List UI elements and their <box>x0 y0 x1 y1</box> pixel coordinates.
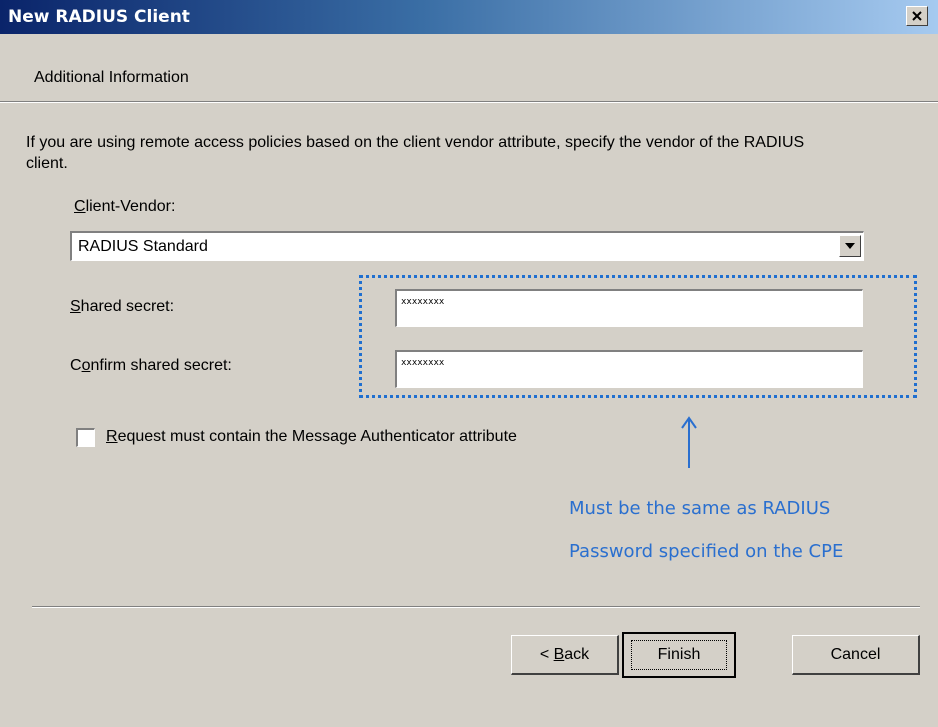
back-button-label: < Back <box>539 645 590 663</box>
client-vendor-label: Client-Vendor: <box>74 198 176 215</box>
close-icon <box>912 11 922 21</box>
description-text: If you are using remote access policies … <box>26 134 805 172</box>
finish-button-label: Finish <box>657 646 701 663</box>
cancel-button[interactable]: Cancel <box>792 635 920 675</box>
client-vendor-select[interactable]: RADIUS Standard <box>70 231 864 261</box>
window-title: New RADIUS Client <box>8 7 190 27</box>
header-title: Additional Information <box>34 69 189 86</box>
annotation-line-2: Password specified on the CPE <box>569 541 844 562</box>
annotation-line-1: Must be the same as RADIUS <box>569 498 831 519</box>
arrow-up-icon <box>681 416 697 468</box>
footer-separator <box>32 606 920 608</box>
close-button[interactable] <box>906 6 928 26</box>
message-authenticator-checkbox[interactable] <box>76 428 95 447</box>
title-bar: New RADIUS Client <box>0 0 938 34</box>
client-vendor-selected-value: RADIUS Standard <box>78 238 208 255</box>
finish-button[interactable]: Finish <box>622 632 736 678</box>
focus-rectangle: Finish <box>631 640 727 670</box>
dropdown-button[interactable] <box>839 235 861 257</box>
chevron-down-icon <box>845 243 855 249</box>
wizard-header <box>0 34 938 100</box>
annotation-highlight-box <box>359 275 917 398</box>
cancel-button-label: Cancel <box>830 645 881 663</box>
header-separator <box>0 101 938 103</box>
confirm-secret-label: Confirm shared secret: <box>70 357 232 374</box>
back-button[interactable]: < Back <box>511 635 619 675</box>
shared-secret-label: Shared secret: <box>70 298 175 315</box>
message-authenticator-label[interactable]: Request must contain the Message Authent… <box>106 428 517 446</box>
